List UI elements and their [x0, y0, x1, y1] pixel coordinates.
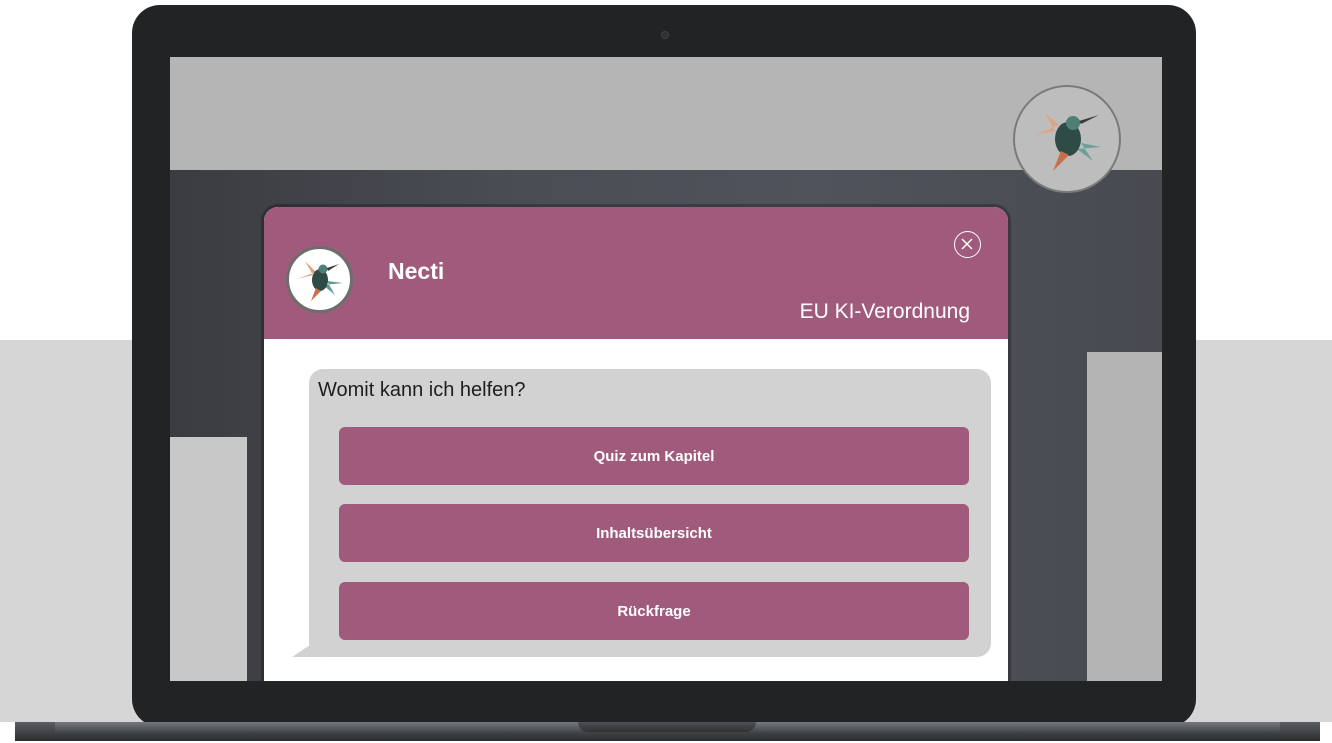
- message-bubble-tail: [292, 637, 322, 657]
- laptop-base: [15, 722, 1320, 741]
- follow-up-question-button[interactable]: Rückfrage: [339, 582, 969, 640]
- overview-button[interactable]: Inhaltsübersicht: [339, 504, 969, 562]
- quiz-button[interactable]: Quiz zum Kapitel: [339, 427, 969, 485]
- camera-dot: [661, 31, 669, 39]
- laptop-base-notch: [578, 722, 756, 732]
- hummingbird-avatar-icon: [286, 246, 353, 313]
- close-icon[interactable]: [954, 231, 981, 258]
- hummingbird-launcher-icon[interactable]: [1013, 85, 1121, 193]
- chat-window: Necti EU KI-Verordnung Womit kann ich he…: [264, 207, 1008, 681]
- bot-question: Womit kann ich helfen?: [318, 379, 526, 401]
- chat-subject: EU KI-Verordnung: [799, 300, 970, 323]
- laptop-base-edge: [1280, 722, 1320, 741]
- page-background-panel: [1087, 352, 1162, 681]
- laptop-base-edge: [15, 722, 55, 741]
- page-background-panel: [170, 437, 247, 681]
- bot-name: Necti: [388, 258, 445, 284]
- chat-header: Necti EU KI-Verordnung: [264, 207, 1008, 339]
- laptop-screen: Necti EU KI-Verordnung Womit kann ich he…: [170, 57, 1162, 681]
